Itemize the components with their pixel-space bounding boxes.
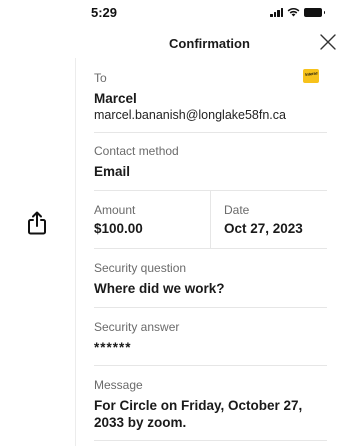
message-line-2: 2033 by zoom. xyxy=(94,415,187,430)
header: Confirmation xyxy=(75,30,344,58)
battery-icon xyxy=(304,7,325,17)
security-answer-value: ****** xyxy=(94,340,132,355)
interac-logo-text: Interac xyxy=(305,70,318,77)
divider xyxy=(94,248,327,249)
contact-method-value: Email xyxy=(94,164,131,179)
contact-method-section: Contact method Email xyxy=(94,144,179,180)
vertical-divider xyxy=(210,190,211,248)
signal-icon xyxy=(270,7,283,17)
amount-section: Amount $100.00 xyxy=(94,203,143,237)
interac-logo: Interac xyxy=(303,69,319,83)
message-line-1: For Circle on Friday, October 27, xyxy=(94,398,303,413)
close-icon xyxy=(320,34,336,50)
security-question-value: Where did we work? xyxy=(94,281,225,296)
security-answer-label: Security answer xyxy=(94,320,180,334)
security-question-label: Security question xyxy=(94,261,187,275)
divider xyxy=(94,132,327,133)
share-button[interactable] xyxy=(24,209,50,237)
recipient-label: To xyxy=(94,71,107,85)
security-answer-section: Security answer ****** xyxy=(94,320,179,356)
contact-method-label: Contact method xyxy=(94,144,179,158)
message-section: Message For Circle on Friday, October 27… xyxy=(94,378,302,431)
status-icons xyxy=(270,7,325,17)
divider xyxy=(94,307,327,308)
wifi-icon xyxy=(287,7,300,17)
status-bar: 5:29 xyxy=(0,0,344,26)
recipient-section: To Marcel marcel.bananish@longlake58fn.c… xyxy=(94,71,286,123)
amount-label: Amount xyxy=(94,203,136,217)
recipient-email: marcel.bananish@longlake58fn.ca xyxy=(94,108,286,122)
divider xyxy=(94,365,327,366)
details-panel: Interac To Marcel marcel.bananish@longla… xyxy=(75,58,344,446)
recipient-name: Marcel xyxy=(94,91,137,106)
confirmation-screen: 5:29 Confirmation Interac To Marcel marc… xyxy=(0,0,344,446)
close-button[interactable] xyxy=(316,30,340,54)
status-time: 5:29 xyxy=(91,5,118,20)
security-question-section: Security question Where did we work? xyxy=(94,261,225,297)
page-title: Confirmation xyxy=(169,36,250,51)
date-value: Oct 27, 2023 xyxy=(224,221,303,236)
date-section: Date Oct 27, 2023 xyxy=(224,203,303,237)
share-icon xyxy=(28,211,46,235)
date-label: Date xyxy=(224,203,250,217)
divider xyxy=(94,440,327,441)
message-label: Message xyxy=(94,378,143,392)
amount-value: $100.00 xyxy=(94,221,143,236)
